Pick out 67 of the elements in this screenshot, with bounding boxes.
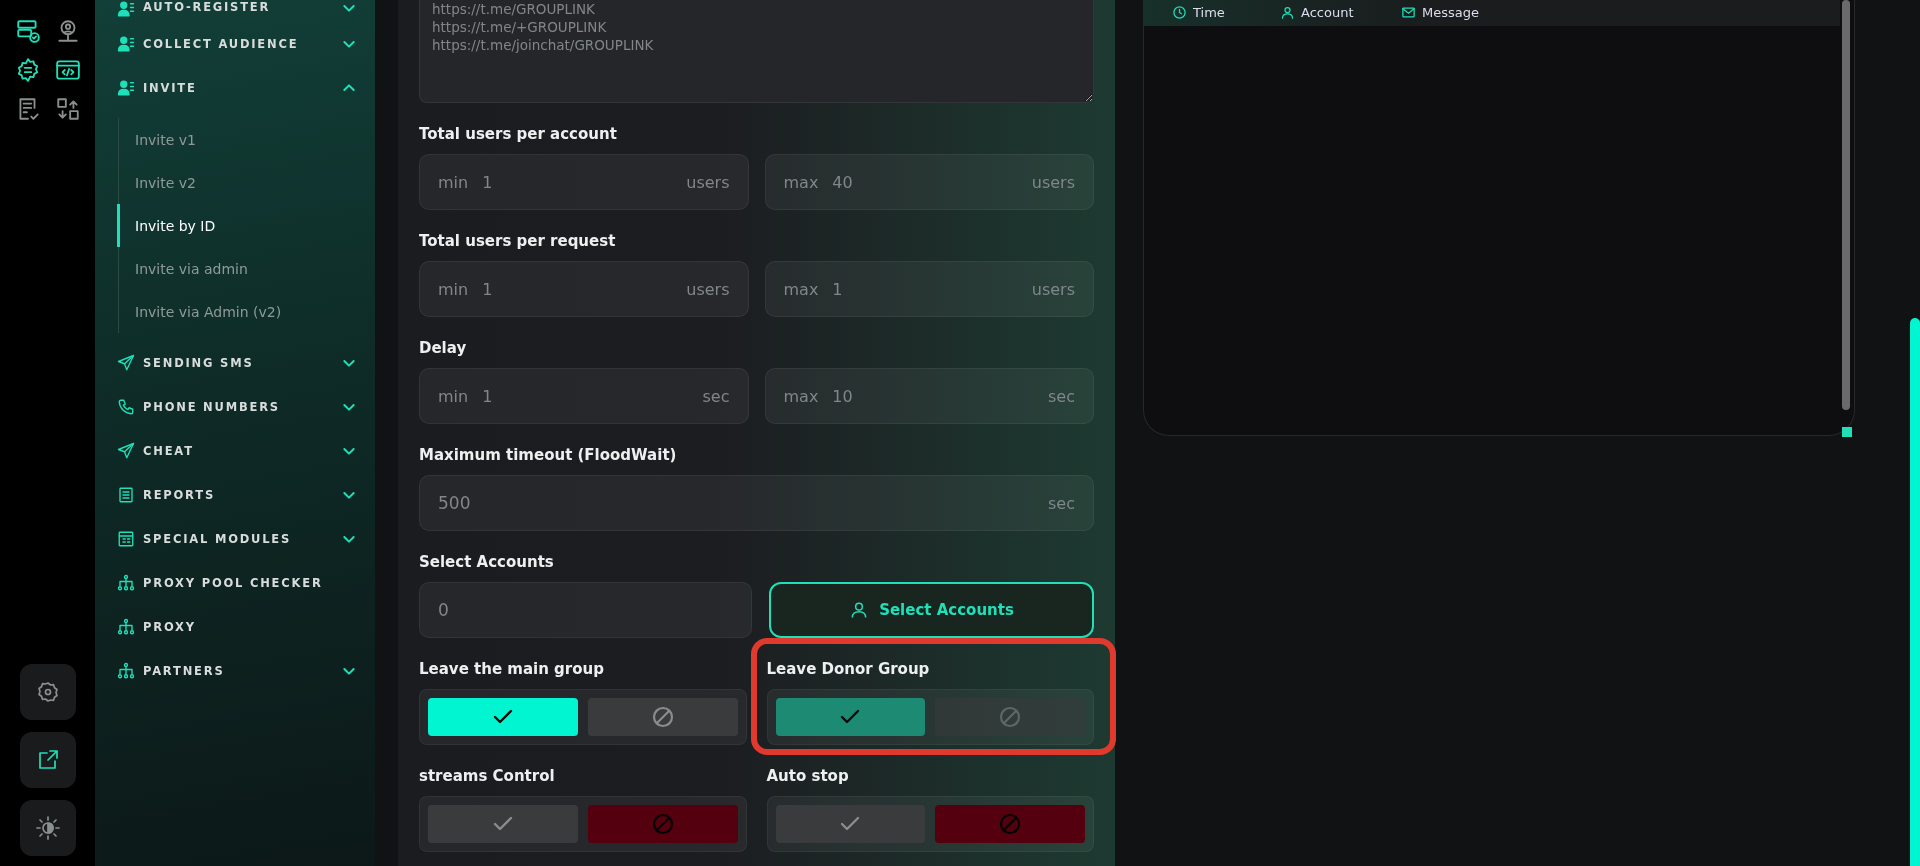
submenu-item[interactable]: Invite via admin [117, 247, 357, 290]
select-accounts-button[interactable]: Select Accounts [769, 582, 1094, 638]
table-icon [117, 530, 135, 548]
submenu-item[interactable]: Invite v1 [117, 118, 357, 161]
sidebar-item[interactable]: AUTO-REGISTER [117, 0, 357, 22]
user-list-icon [117, 79, 135, 97]
prohibited-icon [650, 705, 675, 729]
network-icon [117, 618, 135, 636]
swap-icon[interactable] [54, 96, 81, 122]
field-label: streams Control [419, 767, 556, 785]
sidebar-item[interactable]: COLLECT AUDIENCE [117, 22, 357, 66]
number-field[interactable]: max 40 users [764, 154, 1094, 210]
column-header[interactable]: Time [1172, 4, 1280, 20]
sidebar-item[interactable]: PARTNERS [117, 649, 357, 693]
scrollbar-thumb[interactable] [1842, 0, 1850, 410]
field-label: Auto stop [766, 767, 850, 785]
submenu-item[interactable]: Invite v2 [117, 161, 357, 204]
theme-button[interactable] [19, 800, 76, 856]
submenu-item[interactable]: Invite by ID [117, 204, 357, 247]
settings-icon [35, 680, 60, 704]
page-scrollbar-thumb[interactable] [1910, 318, 1920, 866]
user-icon [1280, 4, 1295, 20]
field-label: Select Accounts [419, 553, 555, 571]
theme-icon [35, 816, 60, 840]
sidebar-item[interactable]: PROXY [117, 605, 357, 649]
sidebar-item[interactable]: REPORTS [117, 473, 357, 517]
user-list-icon [117, 35, 135, 53]
clock-icon [1172, 4, 1187, 20]
prohibited-icon [998, 812, 1023, 836]
field-label: Leave Donor Group [766, 660, 931, 678]
number-field[interactable]: min 1 users [419, 154, 749, 210]
prohibited-icon [998, 705, 1023, 729]
mail-icon [1401, 4, 1416, 20]
field-label: Total users per request [419, 232, 617, 250]
sidebar-item[interactable]: CHEAT [117, 429, 357, 473]
phone-icon [117, 398, 135, 416]
number-field[interactable]: min 1 users [419, 261, 749, 317]
number-field[interactable]: min 1 sec [419, 368, 749, 424]
number-field[interactable]: max 10 sec [764, 368, 1094, 424]
sidebar-item[interactable]: INVITE [117, 66, 357, 110]
sidebar-item[interactable]: SPECIAL MODULES [117, 517, 357, 561]
resize-handle[interactable] [1842, 427, 1852, 437]
timeout-field[interactable]: 500 sec [419, 475, 1094, 531]
field-label: Leave the main group [419, 660, 605, 678]
network-icon [117, 662, 135, 680]
send-icon [117, 354, 135, 372]
no-option[interactable] [587, 698, 738, 736]
sidebar-item[interactable]: PROXY POOL CHECKER [117, 561, 357, 605]
number-field[interactable]: max 1 users [764, 261, 1094, 317]
sidebar-item[interactable]: PHONE NUMBERS [117, 385, 357, 429]
external-link-button[interactable] [19, 732, 76, 788]
server-check-icon[interactable] [14, 18, 41, 44]
accounts-count-field[interactable]: 0 [419, 582, 752, 638]
submenu-item[interactable]: Invite via Admin (v2) [117, 290, 357, 333]
prohibited-icon [650, 812, 675, 836]
report-icon [117, 486, 135, 504]
links-field[interactable]: https://t.me/GROUPLINK https://t.me/+GROUPLINK https://t.me/joinchat/GROUPLINK [419, 0, 1094, 103]
column-header[interactable]: Account [1280, 4, 1401, 20]
settings-button[interactable] [19, 664, 76, 720]
network-icon [117, 574, 135, 592]
field-label: Delay [419, 339, 468, 357]
field-label: Total users per account [419, 125, 618, 143]
column-header[interactable]: Message [1401, 4, 1509, 20]
field-label: Maximum timeout (FloodWait) [419, 446, 678, 464]
send-icon [117, 442, 135, 460]
code-window-icon[interactable] [54, 57, 81, 83]
sidebar-item[interactable]: SENDING SMS [117, 341, 357, 385]
